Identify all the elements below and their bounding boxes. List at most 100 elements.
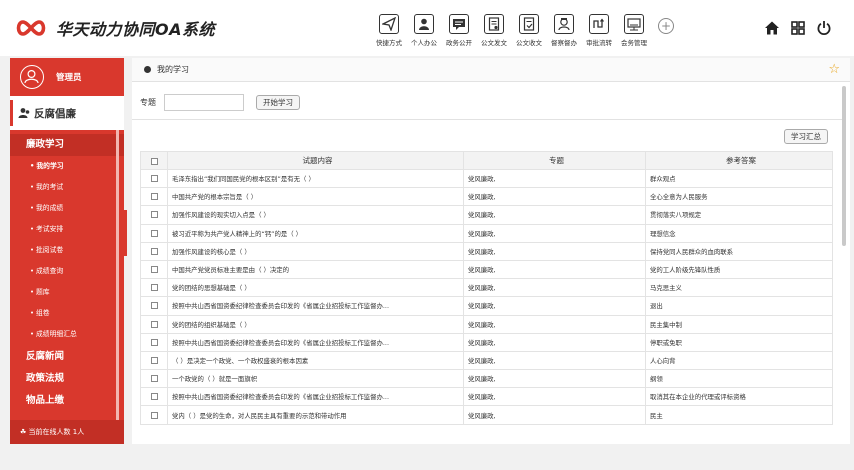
users-icon [18,108,30,118]
sidebar-item-grade-papers[interactable]: • 批阅试卷 [10,240,124,261]
toolbar-meeting[interactable]: 会务管理 [617,14,651,47]
toolbar-public-affairs[interactable]: 政务公开 [442,14,476,47]
row-checkbox[interactable] [140,241,168,261]
table-row[interactable]: 按照中共山西省国资委纪律检查委员会印发的《省属企业招投标工作监督办... 党风廉政… [140,387,833,407]
table-row[interactable]: 中国共产党的根本宗旨是（ ）党风廉政, 全心全意为人民服务 [140,187,833,207]
row-checkbox[interactable] [140,223,168,243]
row-checkbox[interactable] [140,205,168,225]
table-row[interactable]: （ ）是决定一个政党、一个政权盛衰的根本因素 党风廉政, 人心向背 [140,350,833,371]
document-icon [484,14,504,34]
grid-icon[interactable] [790,20,806,36]
row-checkbox[interactable] [140,296,168,316]
topic-cell: 党风廉政, [463,405,646,425]
question-content-cell: 按照中共山西省国资委纪律检查委员会印发的《省属企业招投标工作监督办... [167,332,464,352]
table-row[interactable]: 加强作风建设的现实切入点是（ ）党风廉政, 贯彻落实八项规定 [140,205,833,225]
topic-cell: 党风廉政, [463,296,646,316]
sidebar-group-policy[interactable]: 政策法规 [10,368,124,390]
sidebar-group-study[interactable]: 廉政学习 [10,134,124,156]
topic-cell: 党风廉政, [463,205,646,225]
main-panel: 我的学习 ☆ 专题 开始学习 学习汇总 试题内容 专题 参考答案 毛泽东指出“我… [132,58,850,444]
table-row[interactable]: 加强作风建设的核心是（ ）党风廉政, 保持党同人民群众的血肉联系 [140,241,833,261]
home-icon[interactable] [764,20,780,36]
topic-cell: 党风廉政, [463,387,646,407]
sidebar-item-exam-schedule[interactable]: • 考试安排 [10,219,124,240]
logo-infinity-icon [16,20,46,36]
sidebar-item-my-study[interactable]: • 我的学习 [10,156,124,177]
module-toolbar: 快捷方式 个人办公 政务公开 公文发文 公文收文 督察督办 审批流转 会务管理 [372,14,674,47]
sidebar-item-my-exam[interactable]: • 我的考试 [10,177,124,198]
answer-cell: 理想信念 [645,223,833,243]
column-header-content[interactable]: 试题内容 [167,151,464,170]
row-checkbox[interactable] [140,405,168,425]
sidebar-item-score-query[interactable]: • 成绩查询 [10,261,124,282]
row-checkbox[interactable] [140,350,168,371]
main-scrollbar[interactable] [842,86,846,246]
sidebar-item-my-score[interactable]: • 我的成绩 [10,198,124,219]
topic-cell: 党风廉政, [463,332,646,352]
question-content-cell: 加强作风建设的现实切入点是（ ） [167,205,464,225]
table-row[interactable]: 毛泽东指出“我们同国民党的根本区别”是有无（ ）党风廉政, 群众观点 [140,168,833,189]
table-row[interactable]: 党的团结的组织基础是（ ）党风廉政, 民主集中制 [140,314,833,334]
avatar [20,65,44,89]
row-checkbox[interactable] [140,387,168,407]
select-all-checkbox[interactable] [140,151,168,170]
sidebar-section-anticorruption[interactable]: 反腐倡廉 [10,100,124,126]
topic-input[interactable] [164,94,244,111]
sidebar-item-question-bank[interactable]: • 题库 [10,282,124,303]
row-checkbox[interactable] [140,314,168,334]
row-checkbox[interactable] [140,187,168,207]
answer-cell: 党的工人阶级先锋队性质 [645,259,833,280]
toolbar-shortcut[interactable]: 快捷方式 [372,14,406,47]
toolbar-supervision[interactable]: 督察督办 [547,14,581,47]
row-checkbox[interactable] [140,259,168,280]
toolbar-doc-receive[interactable]: 公文收文 [512,14,546,47]
toolbar-approval-flow[interactable]: 审批流转 [582,14,616,47]
table-row[interactable]: 一个政党的（ ）就是一面旗帜 党风廉政, 纲领 [140,369,833,389]
table-row[interactable]: 党的团结的思想基础是（ ）党风廉政, 马克思主义 [140,278,833,298]
row-checkbox[interactable] [140,369,168,389]
table-row[interactable]: 被习近平称为共产党人精神上的“钙”的是（ ）党风廉政, 理想信念 [140,223,833,243]
add-shortcut-icon[interactable]: + [658,18,674,34]
table-row[interactable]: 按照中共山西省国资委纪律检查委员会印发的《省属企业招投标工作监督办... 党风廉政… [140,296,833,316]
answer-cell: 纲领 [645,369,833,389]
study-summary-button[interactable]: 学习汇总 [784,129,828,144]
answer-cell: 马克思主义 [645,278,833,298]
question-content-cell: 党的团结的组织基础是（ ） [167,314,464,334]
row-checkbox[interactable] [140,168,168,189]
online-users-icon: ☘ [20,428,29,436]
sidebar-item-score-summary[interactable]: • 成绩明细汇总 [10,324,124,345]
topic-cell: 党风廉政, [463,241,646,261]
topic-cell: 党风廉政, [463,369,646,389]
toolbar-personal[interactable]: 个人办公 [407,14,441,47]
table-row[interactable]: 中国共产党党员标准主要是由（ ）决定的 党风廉政, 党的工人阶级先锋队性质 [140,259,833,280]
person-icon [414,14,434,34]
question-content-cell: 中国共产党的根本宗旨是（ ） [167,187,464,207]
row-checkbox[interactable] [140,278,168,298]
app-logo[interactable]: 华天动力协同OA系统 [14,16,215,40]
toolbar-doc-send[interactable]: 公文发文 [477,14,511,47]
sidebar-scrollbar[interactable] [116,130,119,420]
question-content-cell: 中国共产党党员标准主要是由（ ）决定的 [167,259,464,280]
answer-cell: 全心全意为人民服务 [645,187,833,207]
question-content-cell: 党的团结的思想基础是（ ） [167,278,464,298]
sidebar-menu: 廉政学习 • 我的学习 • 我的考试 • 我的成绩 • 考试安排 • 批阅试卷 • 成绩查询… [10,130,124,444]
topic-cell: 党风廉政, [463,314,646,334]
column-header-topic[interactable]: 专题 [463,151,646,170]
question-content-cell: 按照中共山西省国资委纪律检查委员会印发的《省属企业招投标工作监督办... [167,387,464,407]
favorite-star-icon[interactable]: ☆ [828,62,840,77]
sidebar-collapse-handle[interactable] [121,210,127,256]
send-icon [379,14,399,34]
user-panel[interactable]: 管理员 [10,58,124,96]
topic-cell: 党风廉政, [463,168,646,189]
table-row[interactable]: 党内（ ）是党的生命，对人民民主具有重要的示范和带动作用 党风廉政, 民主 [140,405,833,425]
table-row[interactable]: 按照中共山西省国资委纪律检查委员会印发的《省属企业招投标工作监督办... 党风廉政… [140,332,833,352]
sidebar-group-news[interactable]: 反腐新闻 [10,346,124,368]
answer-cell: 民主 [645,405,833,425]
topic-cell: 党风廉政, [463,187,646,207]
sidebar-item-compose-paper[interactable]: • 组卷 [10,303,124,324]
power-icon[interactable] [816,20,832,36]
column-header-answer[interactable]: 参考答案 [645,151,833,170]
sidebar-group-items[interactable]: 物品上缴 [10,390,124,412]
start-study-button[interactable]: 开始学习 [256,95,300,110]
row-checkbox[interactable] [140,332,168,352]
